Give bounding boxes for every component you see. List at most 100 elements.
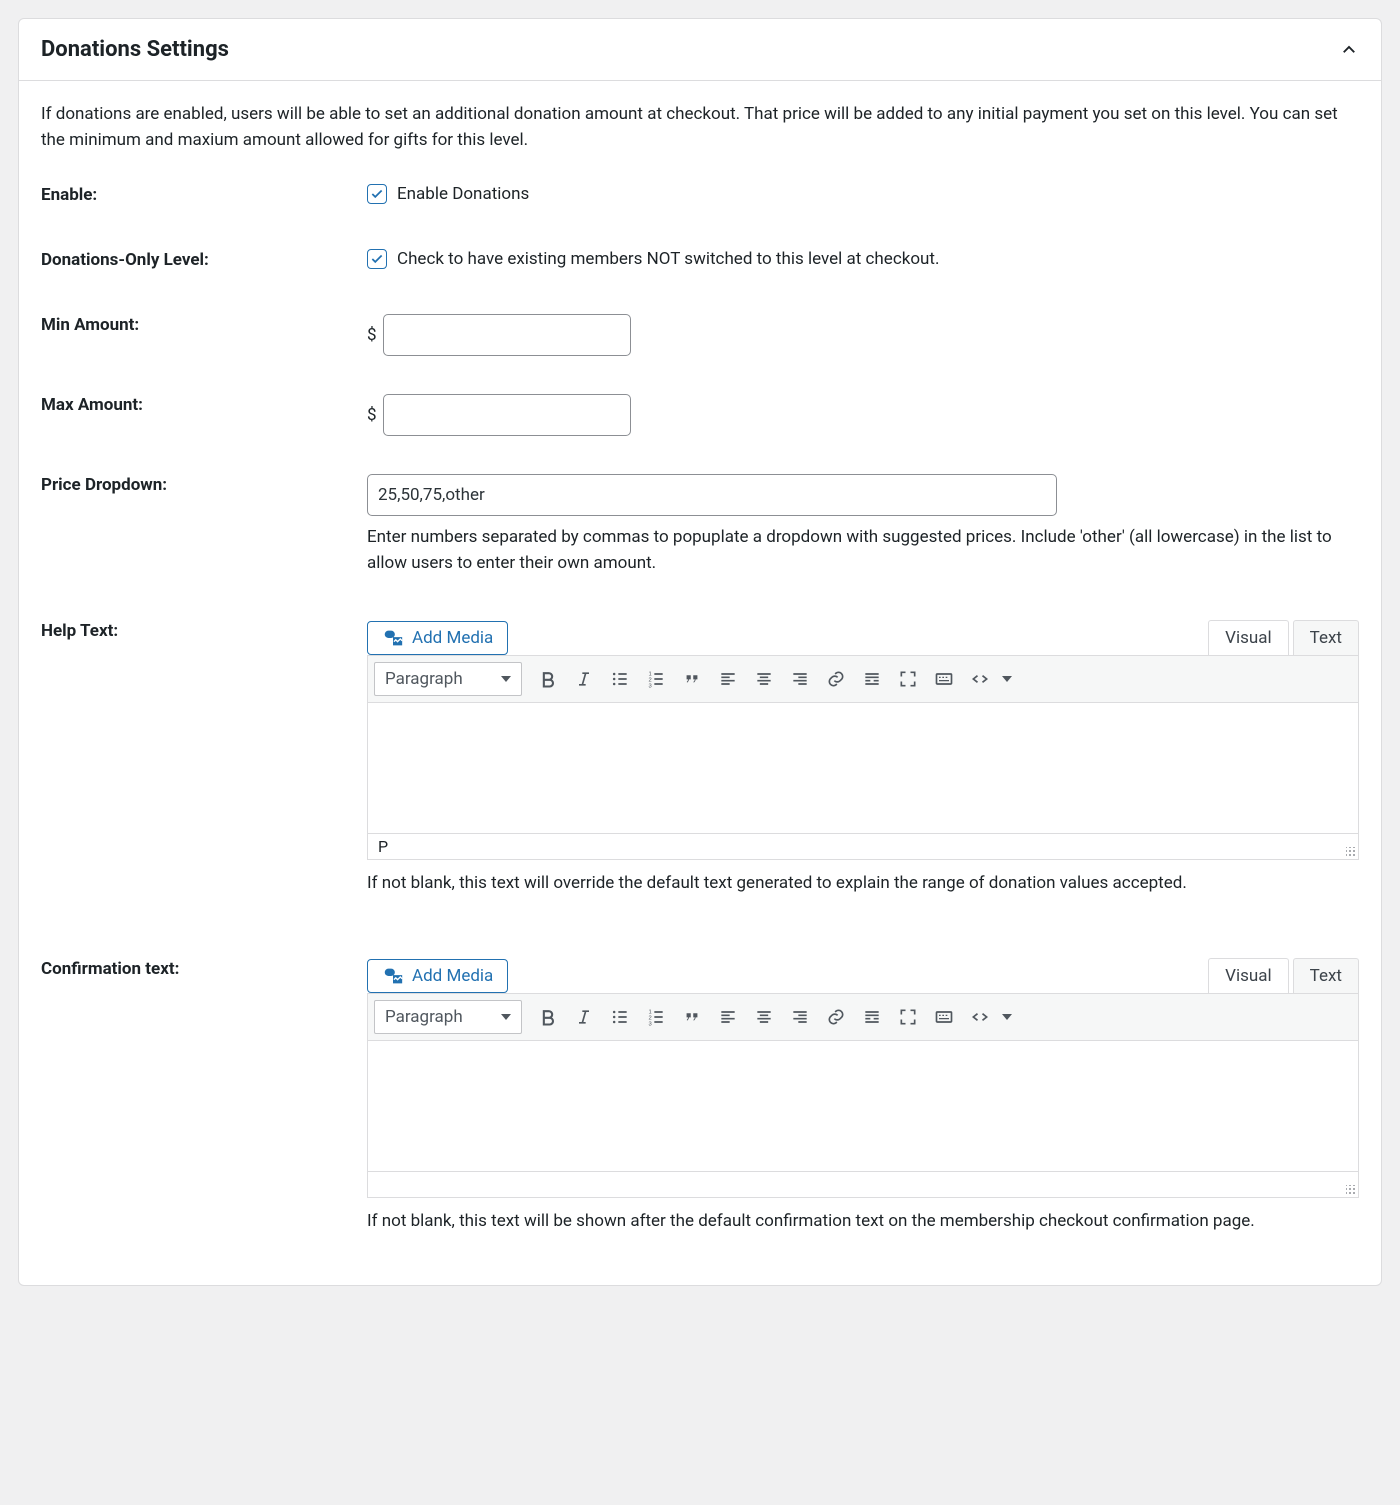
enable-checkbox-wrapper[interactable]: Enable Donations [367, 184, 1359, 204]
media-icon [382, 628, 404, 648]
check-icon [370, 187, 384, 201]
min-amount-input[interactable] [383, 314, 631, 356]
keyboard-icon [934, 669, 954, 689]
align-left-button[interactable] [712, 663, 744, 695]
bold-button[interactable] [532, 1001, 564, 1033]
editor-tabs: Visual Text [1208, 958, 1359, 993]
enable-label: Enable: [41, 184, 367, 205]
blockquote-button[interactable] [676, 1001, 708, 1033]
field-help-text: Help Text: Add Media Visual Text [41, 620, 1359, 913]
chevron-down-icon [1002, 1014, 1012, 1020]
list-ul-icon [610, 669, 630, 689]
italic-button[interactable] [568, 663, 600, 695]
bulleted-list-button[interactable] [604, 1001, 636, 1033]
tab-text[interactable]: Text [1293, 958, 1359, 993]
resize-grip-icon[interactable] [1346, 1185, 1356, 1195]
list-ul-icon [610, 1007, 630, 1027]
italic-button[interactable] [568, 1001, 600, 1033]
quote-icon [682, 669, 702, 689]
keyboard-icon [934, 1007, 954, 1027]
align-right-button[interactable] [784, 663, 816, 695]
code-icon [970, 1007, 990, 1027]
tab-visual[interactable]: Visual [1208, 620, 1288, 655]
source-button[interactable] [964, 663, 996, 695]
blockquote-button[interactable] [676, 663, 708, 695]
confirmation-text-content-area[interactable] [368, 1041, 1358, 1171]
confirmation-text-editor: Paragraph 123 [367, 993, 1359, 1198]
add-media-button[interactable]: Add Media [367, 621, 508, 655]
enable-checkbox[interactable] [367, 184, 387, 204]
fullscreen-button[interactable] [892, 1001, 924, 1033]
read-more-icon [862, 1007, 882, 1027]
format-select-label: Paragraph [385, 669, 463, 689]
format-select[interactable]: Paragraph [374, 1000, 522, 1034]
panel-body: If donations are enabled, users will be … [19, 81, 1381, 1285]
tab-visual[interactable]: Visual [1208, 958, 1288, 993]
field-min-amount: Min Amount: $ [41, 314, 1359, 356]
intro-text: If donations are enabled, users will be … [41, 101, 1359, 154]
currency-symbol: $ [367, 405, 377, 425]
align-left-icon [718, 1007, 738, 1027]
price-dropdown-help: Enter numbers separated by commas to pop… [367, 524, 1359, 577]
align-right-icon [790, 1007, 810, 1027]
toolbar-toggle-button[interactable] [928, 1001, 960, 1033]
quote-icon [682, 1007, 702, 1027]
help-text-editor: Paragraph 123 [367, 655, 1359, 860]
donations-only-checkbox[interactable] [367, 249, 387, 269]
editor-toolbar: Paragraph 123 [368, 994, 1358, 1041]
align-left-button[interactable] [712, 1001, 744, 1033]
add-media-label: Add Media [412, 966, 493, 986]
fullscreen-button[interactable] [892, 663, 924, 695]
help-text-after: If not blank, this text will override th… [367, 870, 1359, 896]
insert-more-button[interactable] [856, 663, 888, 695]
collapse-toggle[interactable] [1339, 40, 1359, 60]
donations-only-label: Donations-Only Level: [41, 249, 367, 270]
editor-status-bar: P [368, 833, 1358, 859]
numbered-list-button[interactable]: 123 [640, 663, 672, 695]
chevron-down-icon [501, 676, 511, 682]
panel-title: Donations Settings [41, 37, 229, 62]
source-button[interactable] [964, 1001, 996, 1033]
help-text-label: Help Text: [41, 620, 367, 641]
align-right-button[interactable] [784, 1001, 816, 1033]
help-text-content-area[interactable] [368, 703, 1358, 833]
link-button[interactable] [820, 663, 852, 695]
link-icon [826, 1007, 846, 1027]
currency-symbol: $ [367, 325, 377, 345]
bold-icon [538, 1007, 558, 1027]
donations-only-checkbox-wrapper[interactable]: Check to have existing members NOT switc… [367, 249, 1359, 269]
max-amount-label: Max Amount: [41, 394, 367, 415]
align-center-button[interactable] [748, 1001, 780, 1033]
list-ol-icon: 123 [646, 1007, 666, 1027]
check-icon [370, 252, 384, 266]
link-icon [826, 669, 846, 689]
confirmation-text-after: If not blank, this text will be shown af… [367, 1208, 1359, 1234]
editor-path: P [378, 837, 388, 856]
add-media-button[interactable]: Add Media [367, 959, 508, 993]
bold-button[interactable] [532, 663, 564, 695]
insert-more-button[interactable] [856, 1001, 888, 1033]
max-amount-input[interactable] [383, 394, 631, 436]
numbered-list-button[interactable]: 123 [640, 1001, 672, 1033]
bulleted-list-button[interactable] [604, 663, 636, 695]
tab-text[interactable]: Text [1293, 620, 1359, 655]
align-right-icon [790, 669, 810, 689]
bold-icon [538, 669, 558, 689]
toolbar-toggle-button[interactable] [928, 663, 960, 695]
editor-status-bar [368, 1171, 1358, 1197]
add-media-label: Add Media [412, 628, 493, 648]
list-ol-icon: 123 [646, 669, 666, 689]
italic-icon [574, 669, 594, 689]
field-donations-only: Donations-Only Level: Check to have exis… [41, 249, 1359, 270]
align-center-button[interactable] [748, 663, 780, 695]
code-icon [970, 669, 990, 689]
link-button[interactable] [820, 1001, 852, 1033]
italic-icon [574, 1007, 594, 1027]
svg-text:3: 3 [649, 1021, 652, 1027]
fullscreen-icon [898, 669, 918, 689]
format-select[interactable]: Paragraph [374, 662, 522, 696]
resize-grip-icon[interactable] [1346, 847, 1356, 857]
price-dropdown-input[interactable] [367, 474, 1057, 516]
panel-header: Donations Settings [19, 19, 1381, 81]
media-icon [382, 966, 404, 986]
